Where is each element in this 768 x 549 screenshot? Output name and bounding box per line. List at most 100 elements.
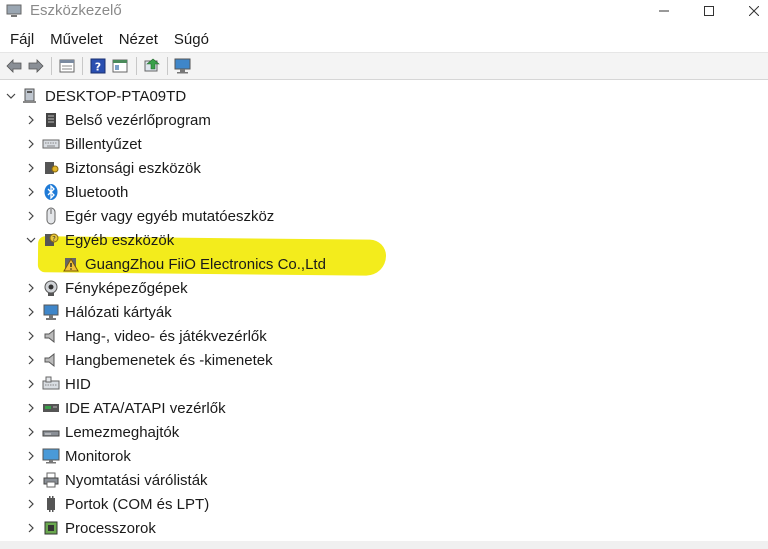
menu-file[interactable]: Fájl xyxy=(4,28,40,52)
chevron-right-icon[interactable] xyxy=(24,372,38,396)
tree-item-label: Portok (COM és LPT) xyxy=(65,495,210,513)
tree-item-label: Hang-, video- és játékvezérlők xyxy=(65,327,267,345)
chevron-right-icon[interactable] xyxy=(24,516,38,540)
chevron-right-icon[interactable] xyxy=(24,276,38,300)
tree-item-ide-controllers[interactable]: IDE ATA/ATAPI vezérlők xyxy=(24,396,226,420)
tree-item-label: Egér vagy egyéb mutatóeszköz xyxy=(65,207,275,225)
chevron-right-icon[interactable] xyxy=(24,324,38,348)
tree-item-keyboard[interactable]: Billentyűzet xyxy=(24,132,142,156)
help-icon[interactable]: ? xyxy=(88,56,108,76)
tree-item-label: Nyomtatási várólisták xyxy=(65,471,208,489)
chevron-right-icon[interactable] xyxy=(24,300,38,324)
chevron-right-icon[interactable] xyxy=(24,348,38,372)
svg-text:?: ? xyxy=(95,61,101,74)
tree-item-network-adapters[interactable]: Hálózati kártyák xyxy=(24,300,172,324)
hid-icon xyxy=(42,375,60,393)
window-title: Eszközkezelő xyxy=(30,2,122,19)
monitor-icon xyxy=(42,447,60,465)
mouse-icon xyxy=(42,207,60,225)
bluetooth-icon xyxy=(42,183,60,201)
chevron-down-icon[interactable] xyxy=(4,84,18,108)
tree-item-label: Monitorok xyxy=(65,447,131,465)
toolbar-divider-line xyxy=(0,79,768,80)
tree-item-label: Fényképezőgépek xyxy=(65,279,188,297)
tree-item-sound-video-game[interactable]: Hang-, video- és játékvezérlők xyxy=(24,324,267,348)
tree-item-label: Belső vezérlőprogram xyxy=(65,111,211,129)
tree-root-label: DESKTOP-PTA09TD xyxy=(45,87,187,105)
menu-action[interactable]: Művelet xyxy=(44,28,109,52)
close-button[interactable] xyxy=(731,0,768,22)
tree-item-processors[interactable]: Processzorok xyxy=(24,516,156,540)
minimize-button[interactable] xyxy=(641,0,687,22)
chevron-right-icon[interactable] xyxy=(24,156,38,180)
tree-item-label: Biztonsági eszközök xyxy=(65,159,201,177)
tree-item-ports[interactable]: Portok (COM és LPT) xyxy=(24,492,209,516)
warning-device-icon xyxy=(62,255,80,273)
chevron-right-icon[interactable] xyxy=(24,396,38,420)
device-manager-app-icon xyxy=(6,4,22,18)
properties-icon[interactable] xyxy=(57,56,77,76)
tree-item-print-queues[interactable]: Nyomtatási várólisták xyxy=(24,468,208,492)
tree-item-cameras[interactable]: Fényképezőgépek xyxy=(24,276,188,300)
chevron-right-icon[interactable] xyxy=(24,420,38,444)
chevron-down-icon[interactable] xyxy=(24,228,38,252)
ide-controller-icon xyxy=(42,399,60,417)
toolbar: ? xyxy=(0,53,768,79)
computer-icon xyxy=(22,87,40,105)
tree-root[interactable]: DESKTOP-PTA09TD xyxy=(4,84,186,108)
menu-view[interactable]: Nézet xyxy=(113,28,164,52)
back-arrow-icon[interactable] xyxy=(4,56,24,76)
audio-io-icon xyxy=(42,351,60,369)
maximize-button[interactable] xyxy=(686,0,732,22)
tree-item-label: Hangbemenetek és -kimenetek xyxy=(65,351,273,369)
view-icon[interactable] xyxy=(110,56,130,76)
tree-item-label: Egyéb eszközök xyxy=(65,231,175,249)
keyboard-icon xyxy=(42,135,60,153)
menu-bar: Fájl Művelet Nézet Súgó xyxy=(0,27,768,53)
firmware-icon xyxy=(42,111,60,129)
unknown-device-icon: ? xyxy=(42,231,60,249)
chevron-right-icon[interactable] xyxy=(24,492,38,516)
speaker-icon xyxy=(42,327,60,345)
tree-item-label: Hálózati kártyák xyxy=(65,303,172,321)
tree-item-label: IDE ATA/ATAPI vezérlők xyxy=(65,399,226,417)
forward-arrow-icon[interactable] xyxy=(26,56,46,76)
tree-item-monitors[interactable]: Monitorok xyxy=(24,444,131,468)
printer-icon xyxy=(42,471,60,489)
chevron-right-icon[interactable] xyxy=(24,132,38,156)
chevron-right-icon[interactable] xyxy=(24,444,38,468)
network-adapter-icon xyxy=(42,303,60,321)
tree-item-label: Billentyűzet xyxy=(65,135,142,153)
tree-item-hid[interactable]: HID xyxy=(24,372,91,396)
svg-text:?: ? xyxy=(52,235,56,243)
horizontal-scrollbar[interactable] xyxy=(0,541,768,549)
tree-item-label: Processzorok xyxy=(65,519,156,537)
update-driver-icon[interactable] xyxy=(142,56,162,76)
tree-item-disk-drives[interactable]: Lemezmeghajtók xyxy=(24,420,179,444)
toolbar-divider xyxy=(136,57,137,75)
menu-help[interactable]: Súgó xyxy=(168,28,215,52)
chevron-right-icon[interactable] xyxy=(24,180,38,204)
chevron-right-icon[interactable] xyxy=(24,108,38,132)
disk-drive-icon xyxy=(42,423,60,441)
security-device-icon xyxy=(42,159,60,177)
tree-item-audio-io[interactable]: Hangbemenetek és -kimenetek xyxy=(24,348,273,372)
tree-item-label: GuangZhou FiiO Electronics Co.,Ltd xyxy=(85,255,326,273)
tree-item-other-devices[interactable]: ? Egyéb eszközök xyxy=(24,228,174,252)
chevron-right-icon[interactable] xyxy=(24,468,38,492)
tree-item-mouse[interactable]: Egér vagy egyéb mutatóeszköz xyxy=(24,204,274,228)
port-icon xyxy=(42,495,60,513)
title-bar: Eszközkezelő xyxy=(0,0,768,24)
chevron-right-icon[interactable] xyxy=(24,204,38,228)
tree-item-label: Bluetooth xyxy=(65,183,129,201)
tree-item-fiio-device[interactable]: GuangZhou FiiO Electronics Co.,Ltd xyxy=(44,252,326,276)
tree-item-label: HID xyxy=(65,375,91,393)
tree-item-bluetooth[interactable]: Bluetooth xyxy=(24,180,128,204)
scan-hardware-icon[interactable] xyxy=(173,56,193,76)
tree-item-security-devices[interactable]: Biztonsági eszközök xyxy=(24,156,201,180)
toolbar-divider xyxy=(167,57,168,75)
processor-icon xyxy=(42,519,60,537)
tree-item-label: Lemezmeghajtók xyxy=(65,423,180,441)
tree-item-firmware[interactable]: Belső vezérlőprogram xyxy=(24,108,211,132)
